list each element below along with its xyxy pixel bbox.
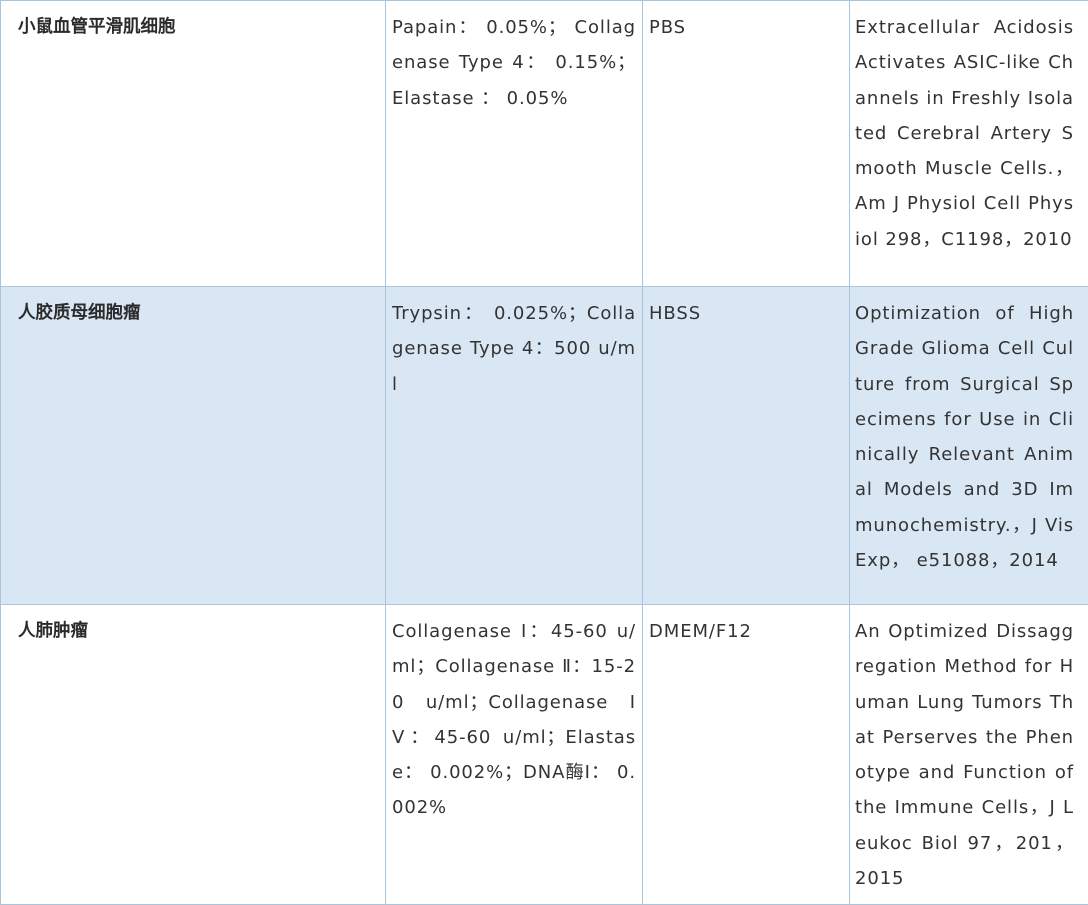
buffer-text: PBS <box>649 10 843 45</box>
reference-cell: Optimization of High Grade Glioma Cell C… <box>850 287 1088 605</box>
enzymes-cell: Trypsin： 0.025%；Collagenase Type 4：500 u… <box>386 287 643 605</box>
buffer-text: HBSS <box>649 296 843 331</box>
reference-cell: An Optimized Dissaggregation Method for … <box>850 605 1088 905</box>
buffer-cell: DMEM/F12 <box>643 605 850 905</box>
cell-type-text: 人肺肿瘤 <box>18 621 88 641</box>
reference-text: An Optimized Dissaggregation Method for … <box>855 614 1074 896</box>
table-row: 人肺肿瘤 Collagenase Ⅰ：45-60 u/ml；Collagenas… <box>1 605 1088 905</box>
table-row: 小鼠血管平滑肌细胞 Papain： 0.05%； Collagenase Typ… <box>1 1 1088 287</box>
reference-text: Extracellular Acidosis Activates ASIC-li… <box>855 10 1074 257</box>
cell-type-cell: 小鼠血管平滑肌细胞 <box>1 1 386 287</box>
enzymes-text: Trypsin： 0.025%；Collagenase Type 4：500 u… <box>392 296 636 402</box>
cell-type-cell: 人肺肿瘤 <box>1 605 386 905</box>
cell-type-text: 小鼠血管平滑肌细胞 <box>18 17 176 37</box>
buffer-cell: PBS <box>643 1 850 287</box>
buffer-cell: HBSS <box>643 287 850 605</box>
enzymes-text: Papain： 0.05%； Collagenase Type 4： 0.15%… <box>392 10 636 116</box>
enzymes-cell: Papain： 0.05%； Collagenase Type 4： 0.15%… <box>386 1 643 287</box>
enzymes-text: Collagenase Ⅰ：45-60 u/ml；Collagenase Ⅱ：1… <box>392 614 636 826</box>
cell-type-cell: 人胶质母细胞瘤 <box>1 287 386 605</box>
enzyme-digestion-table: 小鼠血管平滑肌细胞 Papain： 0.05%； Collagenase Typ… <box>0 0 1088 905</box>
buffer-text: DMEM/F12 <box>649 614 843 649</box>
cell-type-text: 人胶质母细胞瘤 <box>18 303 141 323</box>
enzymes-cell: Collagenase Ⅰ：45-60 u/ml；Collagenase Ⅱ：1… <box>386 605 643 905</box>
table-row: 人胶质母细胞瘤 Trypsin： 0.025%；Collagenase Type… <box>1 287 1088 605</box>
reference-cell: Extracellular Acidosis Activates ASIC-li… <box>850 1 1088 287</box>
reference-text: Optimization of High Grade Glioma Cell C… <box>855 296 1074 578</box>
